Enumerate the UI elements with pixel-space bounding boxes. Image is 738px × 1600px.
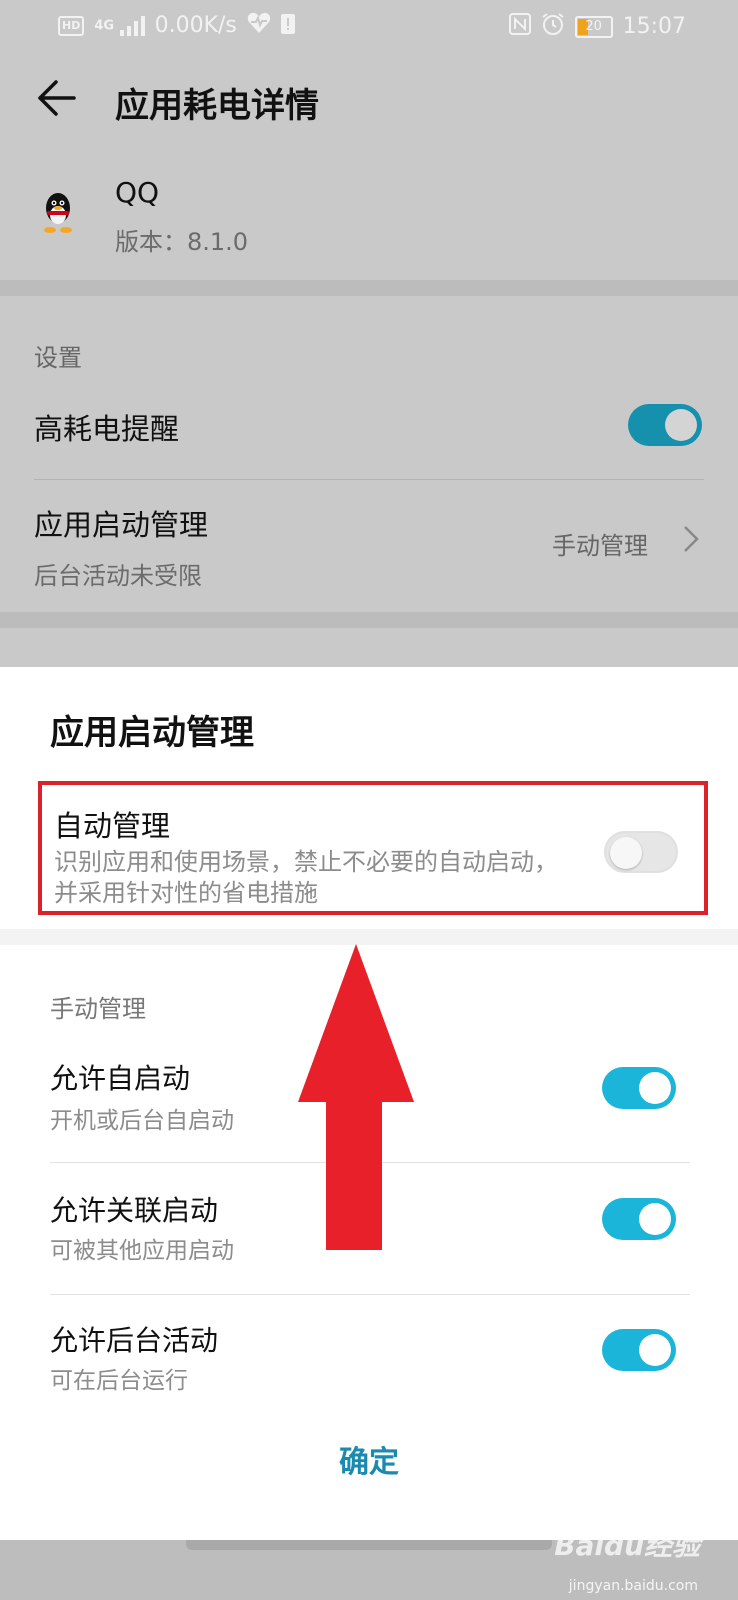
watermark-url: jingyan.baidu.com	[568, 1578, 698, 1594]
chevron-right-icon	[684, 526, 699, 552]
allow-background-activity-label: 允许后台活动	[50, 1324, 219, 1357]
auto-management-row[interactable]: 自动管理 识别应用和使用场景，禁止不必要的自动启动，并采用针对性的省电措施	[38, 781, 708, 915]
high-power-alert-label: 高耗电提醒	[34, 412, 180, 446]
confirm-button[interactable]: 确定	[0, 1437, 738, 1481]
app-bar: 应用耗电详情	[0, 52, 738, 148]
divider	[50, 1294, 690, 1295]
page-title: 应用耗电详情	[115, 86, 319, 126]
section-separator	[0, 612, 738, 628]
section-separator	[0, 280, 738, 296]
nfc-icon	[508, 13, 531, 40]
qq-logo-icon	[44, 193, 72, 233]
heart-rate-icon	[247, 12, 271, 39]
battery-level: 20	[585, 19, 602, 34]
allow-auto-start-toggle[interactable]	[602, 1067, 676, 1109]
sheet-title: 应用启动管理	[50, 713, 254, 753]
allow-background-activity-toggle[interactable]	[602, 1329, 676, 1371]
status-bar: HD 4G 0.00K/s 20 15:07	[0, 0, 738, 52]
allow-linked-start-sublabel: 可被其他应用启动	[50, 1238, 234, 1264]
startup-management-sublabel: 后台活动未受限	[34, 562, 202, 590]
auto-management-description: 识别应用和使用场景，禁止不必要的自动启动，并采用针对性的省电措施	[54, 848, 558, 907]
hd-icon: HD	[58, 15, 85, 36]
app-name: QQ	[115, 176, 160, 209]
version-label: 版本：	[115, 228, 187, 256]
startup-management-label[interactable]: 应用启动管理	[34, 502, 208, 544]
allow-background-activity-sublabel: 可在后台运行	[50, 1368, 188, 1394]
baidu-watermark: Baidu经验	[554, 1529, 700, 1562]
auto-management-toggle[interactable]	[604, 831, 678, 873]
startup-management-value: 手动管理	[552, 532, 648, 560]
app-info-card: QQ 版本：8.1.0	[0, 148, 738, 280]
network-speed: 0.00K/s	[154, 13, 237, 38]
high-power-alert-toggle[interactable]	[628, 404, 702, 446]
red-up-arrow-annotation	[298, 944, 414, 1250]
alarm-icon	[541, 12, 565, 41]
home-indicator[interactable]	[186, 1540, 552, 1550]
manual-section-title: 手动管理	[50, 995, 146, 1023]
allow-linked-start-label: 允许关联启动	[50, 1194, 219, 1227]
signal-bars-icon	[119, 15, 145, 36]
battery-icon: 20	[574, 15, 613, 38]
back-arrow-icon[interactable]	[34, 76, 78, 120]
auto-management-label: 自动管理	[54, 809, 171, 843]
status-left: HD 4G 0.00K/s	[58, 12, 295, 39]
allow-linked-start-toggle[interactable]	[602, 1198, 676, 1240]
signal-icon: 4G	[94, 15, 145, 36]
version-number: 8.1.0	[187, 228, 249, 256]
divider	[34, 479, 704, 480]
storage-alert-icon	[280, 12, 295, 39]
allow-auto-start-label: 允许自启动	[50, 1062, 191, 1095]
network-type: 4G	[94, 18, 115, 33]
status-right: 20 15:07	[508, 12, 686, 41]
settings-section: 设置 高耗电提醒 应用启动管理 后台活动未受限 手动管理	[0, 296, 738, 612]
app-version: 版本：8.1.0	[115, 222, 248, 257]
settings-section-title: 设置	[34, 344, 82, 372]
allow-auto-start-sublabel: 开机或后台自启动	[50, 1108, 234, 1134]
clock: 15:07	[622, 14, 686, 39]
sheet-separator	[0, 929, 738, 945]
